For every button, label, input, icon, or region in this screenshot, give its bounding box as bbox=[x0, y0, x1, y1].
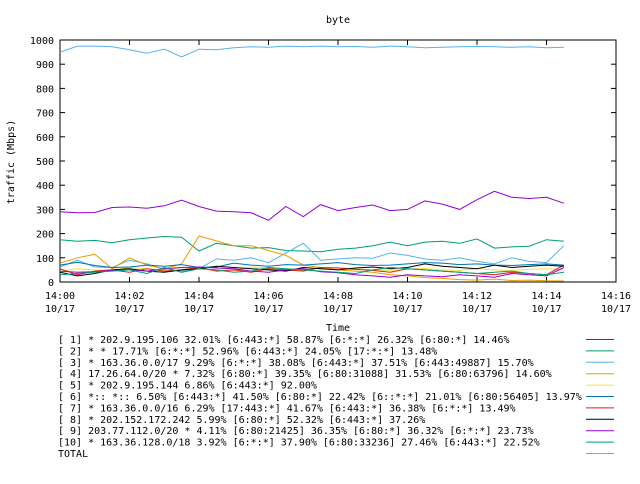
y-tick-label: 1000 bbox=[30, 36, 54, 47]
series-line-2 bbox=[59, 235, 564, 253]
y-tick-label: 600 bbox=[36, 133, 54, 144]
x-tick-label-date: 10/17 bbox=[253, 304, 283, 315]
y-tick-label: 400 bbox=[36, 181, 54, 192]
x-tick-label-date: 10/17 bbox=[323, 304, 353, 315]
plot-frame bbox=[59, 39, 617, 283]
x-tick-label-date: 10/17 bbox=[531, 304, 561, 315]
y-tick-label: 100 bbox=[36, 254, 54, 265]
legend-label-10: [10] * 163.36.128.0/18 3.92% [6:*:*] 37.… bbox=[58, 438, 540, 449]
x-tick-label-time: 14:10 bbox=[392, 291, 422, 302]
chart: 0 100 200 300 400 500 600 700 800 900 1000 14:00 10/… bbox=[0, 0, 640, 480]
y-tick-label: 700 bbox=[36, 109, 54, 120]
x-tick-label-time: 14:00 bbox=[45, 291, 75, 302]
x-tick-label-date: 10/17 bbox=[462, 304, 492, 315]
series-lines bbox=[59, 45, 565, 282]
legend-label-6: [ 6] *:: *:: 6.50% [6:443:*] 41.50% [6:8… bbox=[58, 392, 582, 403]
legend-label-11: TOTAL bbox=[58, 449, 88, 460]
x-tick-label-time: 14:02 bbox=[114, 291, 144, 302]
y-tick-label: 0 bbox=[48, 278, 54, 289]
x-tick-label-date: 10/17 bbox=[392, 304, 422, 315]
legend: [ 1] * 202.9.195.106 32.01% [6:443:*] 58… bbox=[58, 335, 614, 460]
axes: 0 100 200 300 400 500 600 700 800 900 1000 14:00 10/… bbox=[30, 36, 631, 315]
chart-svg: 0 100 200 300 400 500 600 700 800 900 1000 14:00 10/… bbox=[6, 15, 631, 460]
chart-title: byte bbox=[326, 15, 350, 26]
legend-label-8: [ 8] * 202.152.172.242 5.99% [6:80:*] 52… bbox=[58, 415, 425, 426]
x-tick-label-time: 14:06 bbox=[253, 291, 283, 302]
y-tick-label: 200 bbox=[36, 230, 54, 241]
x-tick-label-date: 10/17 bbox=[601, 304, 631, 315]
x-tick-label-time: 14:12 bbox=[462, 291, 492, 302]
series-line-3 bbox=[59, 242, 565, 272]
legend-label-2: [ 2] * * 17.71% [6:*:*] 52.96% [6:443:*]… bbox=[58, 346, 437, 357]
y-tick-label: 900 bbox=[36, 60, 54, 71]
legend-label-5: [ 5] * 202.9.195.144 6.86% [6:443:*] 92.… bbox=[58, 381, 317, 392]
legend-label-1: [ 1] * 202.9.195.106 32.01% [6:443:*] 58… bbox=[58, 335, 510, 346]
y-axis-label: traffic (Mbps) bbox=[6, 120, 17, 204]
legend-label-4: [ 4] 17.26.64.0/20 * 7.32% [6:80:*] 39.3… bbox=[58, 369, 552, 380]
y-tick-label: 500 bbox=[36, 157, 54, 168]
x-axis-label: Time bbox=[326, 323, 350, 334]
x-tick-label-date: 10/17 bbox=[184, 304, 214, 315]
y-tick-label: 300 bbox=[36, 205, 54, 216]
x-tick-label-date: 10/17 bbox=[114, 304, 144, 315]
legend-label-3: [ 3] * 163.36.0.0/17 9.29% [6:*:*] 38.08… bbox=[58, 358, 534, 369]
x-tick-label-date: 10/17 bbox=[45, 304, 75, 315]
legend-label-7: [ 7] * 163.36.0.0/16 6.29% [17:443:*] 41… bbox=[58, 403, 516, 414]
series-line-1 bbox=[59, 190, 565, 221]
y-tick-label: 800 bbox=[36, 84, 54, 95]
legend-label-9: [ 9] 203.77.112.0/20 * 4.11% [6:80:21425… bbox=[58, 426, 534, 437]
series-line-11 bbox=[59, 45, 564, 58]
x-tick-label-time: 14:08 bbox=[323, 291, 353, 302]
x-tick-label-time: 14:14 bbox=[531, 291, 561, 302]
x-tick-label-time: 14:04 bbox=[184, 291, 214, 302]
x-tick-label-time: 14:16 bbox=[601, 291, 631, 302]
